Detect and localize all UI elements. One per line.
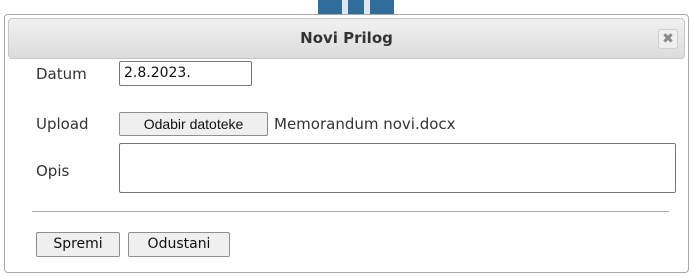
description-textarea[interactable] [119, 143, 676, 193]
upload-label: Upload [36, 115, 89, 133]
form-divider [32, 211, 669, 212]
date-label: Datum [36, 65, 87, 83]
date-field[interactable]: 2.8.2023. [119, 61, 252, 86]
close-icon: ✖ [662, 31, 674, 47]
cancel-button[interactable]: Odustani [128, 232, 230, 257]
selected-file-name: Memorandum novi.docx [274, 115, 456, 133]
choose-file-button[interactable]: Odabir datoteke [119, 112, 268, 136]
close-button[interactable]: ✖ [658, 29, 678, 49]
dialog-titlebar[interactable]: Novi Prilog ✖ [8, 18, 685, 59]
save-button[interactable]: Spremi [36, 232, 120, 257]
description-label: Opis [36, 162, 70, 180]
dialog-title: Novi Prilog [300, 29, 393, 47]
